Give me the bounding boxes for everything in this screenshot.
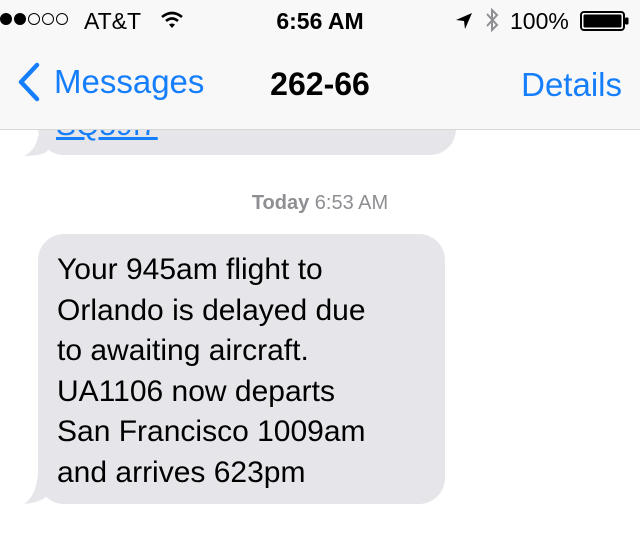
battery-icon [580,11,630,31]
message-line: and arrives 623pm [57,455,306,489]
message-line: San Francisco 1009am [57,415,366,448]
status-bar: AT&T 6:56 AM 100% [0,0,640,40]
previous-message-bubble: SQ59f7 [38,130,456,155]
timestamp-day: Today [251,192,310,214]
timestamp-time: 6:53 AM [314,192,389,214]
message-line: Orlando is delayed due [57,293,366,327]
battery-percent: 100% [510,8,569,34]
bubble-tail-icon [24,474,48,504]
message-text: Your 945am flight to Orlando is delayed d… [57,250,425,493]
details-button[interactable]: Details [521,66,622,104]
message-line: Your 945am flight to [57,253,323,286]
message-line: UA1106 now departs [57,374,335,408]
previous-message-link[interactable]: SQ59f7 [56,130,158,141]
incoming-message-bubble: Your 945am flight to Orlando is delayed d… [38,234,445,504]
message-list[interactable]: SQ59f7 Today 6:53 AM Your 945am flight t… [0,130,640,544]
message-timestamp: Today 6:53 AM [0,192,640,215]
bubble-tail-icon [24,136,48,156]
nav-bar: Messages 262-66 Details [0,40,640,130]
location-arrow-icon [455,10,473,36]
bluetooth-icon [484,7,500,39]
message-line: to awaiting aircraft. [57,334,309,367]
